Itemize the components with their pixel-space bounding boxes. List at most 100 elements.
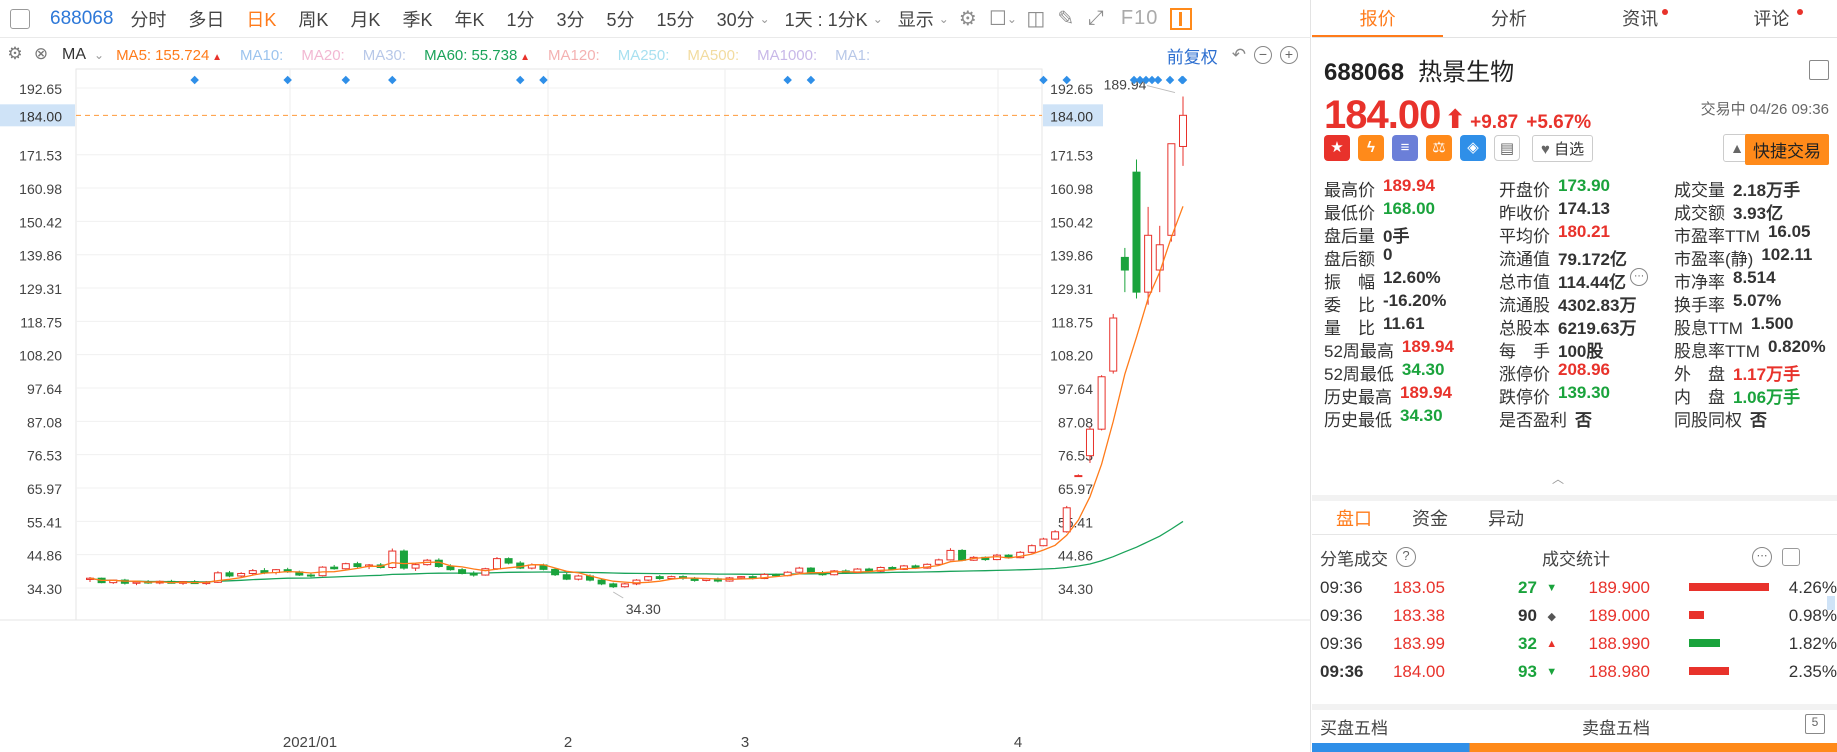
tab-funds[interactable]: 资金: [1412, 505, 1448, 531]
five-level-icon[interactable]: 5: [1805, 714, 1825, 734]
stat-value: 1.500: [1750, 314, 1794, 333]
help-icon[interactable]: ?: [1396, 547, 1416, 567]
period-multiday[interactable]: 多日: [177, 6, 235, 32]
database-icon[interactable]: ≡: [1392, 135, 1418, 161]
more-icon[interactable]: ⋯: [1752, 547, 1772, 567]
interval-select[interactable]: 1天 : 1分K: [774, 6, 879, 32]
lightning-icon[interactable]: ϟ: [1358, 135, 1384, 161]
tab-label: 分析: [1490, 9, 1527, 29]
collapse-chevron-icon[interactable]: ︿: [1552, 470, 1564, 487]
ma-legend-item[interactable]: MA20:: [301, 47, 344, 64]
period-1min[interactable]: 1分: [495, 6, 545, 32]
chevron-down-icon[interactable]: ⌄: [94, 48, 104, 62]
tab-movement[interactable]: 异动: [1488, 505, 1524, 531]
ma-legend-item[interactable]: MA30:: [363, 47, 406, 64]
chevron-down-icon[interactable]: ⌄: [1007, 12, 1017, 26]
close-icon[interactable]: ⊗: [30, 44, 52, 66]
chevron-down-icon[interactable]: ⌄: [760, 12, 770, 26]
ma-legend-item[interactable]: MA250:: [618, 47, 670, 64]
tab-analysis[interactable]: 分析: [1443, 0, 1574, 37]
period-15min[interactable]: 15分: [646, 6, 706, 32]
x-tick-label: 4: [1014, 734, 1022, 751]
more-icon[interactable]: ⋯: [1630, 268, 1649, 286]
period-intraday[interactable]: 分时: [119, 6, 177, 32]
scale-icon[interactable]: ⚖: [1426, 135, 1452, 161]
period-quarterly-k[interactable]: 季K: [391, 6, 443, 32]
chevron-down-icon[interactable]: ⌄: [873, 12, 883, 26]
pencil-icon[interactable]: ✎: [1051, 6, 1081, 31]
candle-body: [1132, 171, 1141, 293]
stats-row: 盘后量 0手 平均价 180.21 市盈率TTM 16.05: [1324, 222, 1836, 246]
ma-legend-item[interactable]: MA60: 55.738 ▲: [424, 47, 530, 64]
notes-icon[interactable]: ▤: [1494, 135, 1520, 161]
ma-legend-item[interactable]: MA10:: [240, 47, 283, 64]
price-tick-right: 171.53: [1050, 148, 1093, 164]
china-flag-icon[interactable]: ★: [1324, 135, 1350, 161]
f10-button[interactable]: F10: [1121, 7, 1158, 30]
stat-value: 8.514: [1733, 268, 1776, 287]
settings-gear-icon[interactable]: ⚙: [953, 6, 983, 31]
stock-code-label[interactable]: 688068: [50, 8, 113, 30]
price-tick-left: 65.97: [27, 481, 62, 497]
settings-gear-icon[interactable]: ⚙: [4, 44, 26, 66]
period-daily-k[interactable]: 日K: [235, 6, 287, 32]
period-30min[interactable]: 30分: [706, 6, 766, 32]
candle-body: [655, 576, 664, 580]
period-weekly-k[interactable]: 周K: [287, 6, 339, 32]
tag-icon[interactable]: ◈: [1460, 135, 1486, 161]
zoom-in-icon[interactable]: +: [1280, 46, 1298, 64]
volume-share-bar: [1683, 611, 1772, 621]
candle-body: [737, 576, 746, 579]
ma-legend-item[interactable]: MA120:: [548, 47, 600, 64]
ma-legend-item[interactable]: MA500:: [687, 47, 739, 64]
indicator-select[interactable]: MA: [62, 46, 86, 64]
tab-news[interactable]: 资讯: [1575, 0, 1706, 37]
price-change-pct: +5.67%: [1526, 112, 1592, 133]
stat-value: 34.30: [1401, 360, 1445, 379]
stat-label: 总股本: [1499, 319, 1550, 338]
price-tick-right: 139.86: [1050, 248, 1093, 264]
stat-value: 189.94: [1383, 176, 1435, 195]
arrow-up-icon: ▲: [1546, 638, 1558, 650]
ma-label: MA120:: [548, 46, 600, 64]
ma-label: MA30:: [362, 46, 407, 64]
layout-icon[interactable]: [1809, 60, 1829, 80]
stat-value: 16.05: [1767, 222, 1811, 241]
period-monthly-k[interactable]: 月K: [339, 6, 391, 32]
tab-quote[interactable]: 报价: [1312, 0, 1444, 37]
ma-legend-item[interactable]: MA5: 155.724 ▲: [116, 47, 222, 64]
period-yearly-k[interactable]: 年K: [443, 6, 495, 32]
stat-label: 涨停价: [1499, 365, 1550, 384]
volume-share-fill: [1689, 667, 1730, 675]
period-3min[interactable]: 3分: [546, 6, 596, 32]
scrollbar-thumb[interactable]: [1827, 596, 1835, 610]
chevron-down-icon[interactable]: ⌄: [939, 12, 949, 26]
adjust-mode-button[interactable]: 前复权: [1167, 43, 1218, 68]
camera-icon[interactable]: ◫: [1021, 6, 1051, 31]
zoom-out-icon[interactable]: −: [1254, 46, 1272, 64]
trade-status: 交易中 04/26 09:36: [1700, 101, 1829, 118]
kline-chart[interactable]: 192.65 192.65 171.53 171.53 160.98 160.98 150.…: [0, 0, 1311, 752]
ma-label: MA10:: [240, 46, 284, 64]
event-marker: [515, 75, 525, 85]
add-watchlist-button[interactable]: ♥ 自选: [1532, 134, 1594, 162]
stats-row: 历史最高 189.94 跌停价 139.30 内 盘 1.06万手: [1324, 383, 1836, 407]
tab-handicap[interactable]: 盘口: [1336, 505, 1372, 531]
fullscreen-icon[interactable]: ⤢: [1081, 7, 1111, 30]
stat-pct: 1.82%: [1788, 634, 1837, 653]
stat-value: 139.30: [1558, 383, 1610, 402]
stat-value: 0.820%: [1767, 337, 1826, 356]
ma-legend-item[interactable]: MA1000:: [757, 47, 817, 64]
trade-section: 分笔成交 ? 成交统计 ⋯ 09:36 183.05 27 ▼ 189.900 4.26%…: [1312, 540, 1837, 686]
period-5min[interactable]: 5分: [596, 6, 646, 32]
expand-icon[interactable]: [1782, 548, 1800, 566]
ma-legend-item[interactable]: MA1:: [835, 47, 870, 64]
panel-toggle-icon[interactable]: [1170, 7, 1193, 30]
undo-icon[interactable]: ↶: [1232, 45, 1246, 65]
tab-comments[interactable]: 评论: [1706, 0, 1837, 37]
trade-time: 09:36: [1320, 578, 1363, 597]
stat-label: 每 手: [1499, 342, 1550, 361]
display-menu[interactable]: 显示: [887, 6, 945, 32]
sidebar-toggle-icon[interactable]: [10, 8, 30, 29]
fast-trade-button[interactable]: 快捷交易: [1745, 134, 1829, 165]
